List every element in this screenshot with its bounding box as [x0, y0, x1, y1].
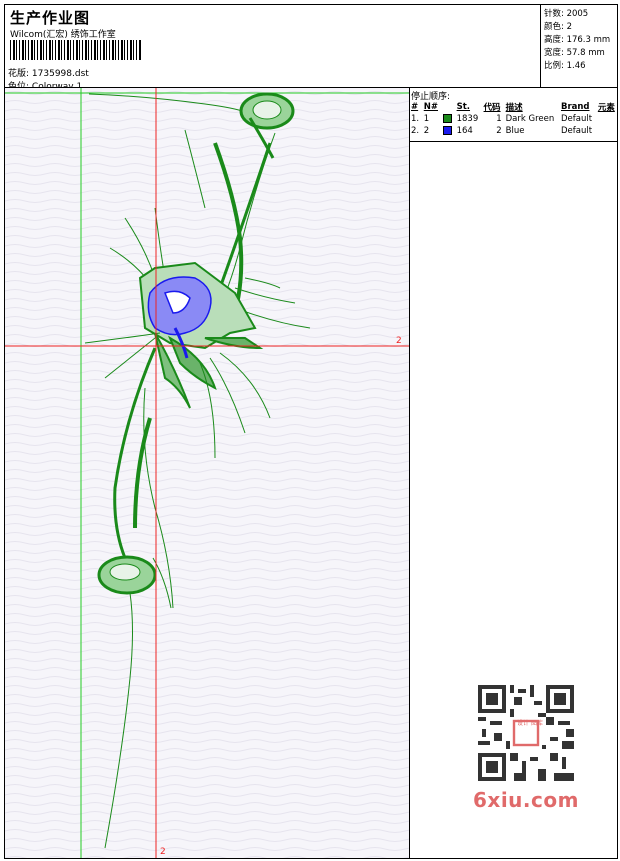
page-title: 生产作业图 — [10, 9, 91, 27]
company-name: Wilcom(汇宏) 绣饰工作室 — [10, 30, 116, 40]
stop-sequence-table: # N# St. 代码 描述 Brand 元素 1. 1 1839 1 Dark… — [409, 101, 618, 137]
col-code: 代码 — [483, 103, 501, 113]
embroidery-preview — [5, 88, 409, 858]
design-file: 花版: 1735998.dst — [8, 66, 89, 79]
stat-colors: 颜色: 2 — [544, 22, 572, 32]
stat-stitches: 针数: 2005 — [544, 9, 589, 19]
watermark: 设计 图库 6xiu.com — [470, 680, 580, 812]
design-label: 花版: — [8, 69, 30, 79]
design-value: 1735998.dst — [31, 69, 89, 79]
color-swatch-green — [442, 114, 452, 123]
crosshair-h-label: 2 — [396, 336, 402, 346]
col-needle: N# — [423, 102, 438, 112]
table-row: 2. 2 164 2 Blue Default — [411, 126, 593, 136]
stat-width: 宽度: 57.8 mm — [544, 48, 605, 58]
col-stitches: St. — [456, 102, 471, 112]
embroidery-canvas: 2 2 — [5, 88, 410, 858]
barcode — [10, 40, 142, 60]
color-swatch-blue — [442, 126, 452, 135]
stat-ratio: 比例: 1.46 — [544, 61, 586, 71]
table-divider — [409, 141, 618, 142]
watermark-brand: 6xiu.com — [473, 788, 579, 812]
table-row: 1. 1 1839 1 Dark Green Default — [411, 114, 593, 124]
watermark-stamp: 设计 图库 — [517, 720, 543, 727]
col-swatch — [441, 101, 455, 113]
col-index: # — [411, 102, 419, 112]
col-description: 描述 — [505, 103, 523, 113]
qr-code-icon — [478, 685, 574, 781]
crosshair-v-label: 2 — [160, 847, 166, 857]
design-stats: 针数: 2005 颜色: 2 高度: 176.3 mm 宽度: 57.8 mm … — [540, 4, 618, 88]
col-element: 元素 — [597, 103, 615, 113]
col-brand: Brand — [560, 102, 590, 112]
stat-height: 高度: 176.3 mm — [544, 35, 611, 45]
table-header-row: # N# St. 代码 描述 Brand 元素 — [409, 101, 618, 113]
header-info: 生产作业图 Wilcom(汇宏) 绣饰工作室 花版: 1735998.dst 色… — [4, 4, 541, 92]
